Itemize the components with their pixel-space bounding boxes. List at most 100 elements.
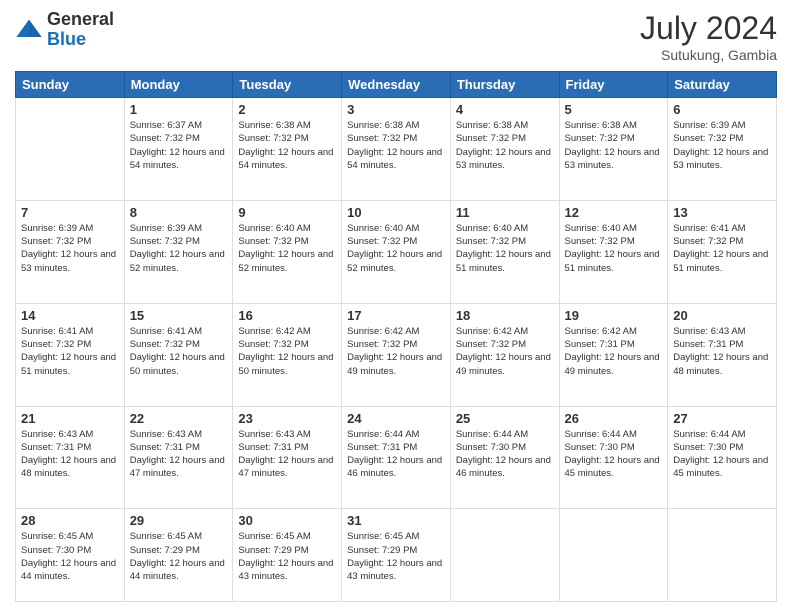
day-info: Sunrise: 6:39 AMSunset: 7:32 PMDaylight:… [21,222,119,275]
calendar-week-row: 28Sunrise: 6:45 AMSunset: 7:30 PMDayligh… [16,509,777,602]
day-info: Sunrise: 6:42 AMSunset: 7:32 PMDaylight:… [238,325,336,378]
calendar-cell: 17Sunrise: 6:42 AMSunset: 7:32 PMDayligh… [342,303,451,406]
calendar-cell: 15Sunrise: 6:41 AMSunset: 7:32 PMDayligh… [124,303,233,406]
calendar-cell: 28Sunrise: 6:45 AMSunset: 7:30 PMDayligh… [16,509,125,602]
title-block: July 2024 Sutukung, Gambia [640,10,777,63]
day-number: 20 [673,308,771,323]
calendar-cell: 14 Sunrise: 6:41 AMSunset: 7:32 PMDayligh… [16,303,125,406]
calendar-header-row: SundayMondayTuesdayWednesdayThursdayFrid… [16,72,777,98]
calendar-cell [450,509,559,602]
day-info: Sunrise: 6:45 AMSunset: 7:29 PMDaylight:… [130,530,228,583]
day-info: Sunrise: 6:40 AMSunset: 7:32 PMDaylight:… [347,222,445,275]
calendar-cell: 25Sunrise: 6:44 AMSunset: 7:30 PMDayligh… [450,406,559,509]
page: General Blue July 2024 Sutukung, Gambia … [0,0,792,612]
calendar-cell: 23 Sunrise: 6:43 AMSunset: 7:31 PMDayligh… [233,406,342,509]
calendar-cell: 7 Sunrise: 6:39 AMSunset: 7:32 PMDaylight… [16,200,125,303]
calendar-cell: 5 Sunrise: 6:38 AMSunset: 7:32 PMDaylight… [559,98,668,201]
day-info: Sunrise: 6:44 AMSunset: 7:30 PMDaylight:… [673,428,771,481]
day-info: Sunrise: 6:45 AMSunset: 7:29 PMDaylight:… [238,530,336,583]
day-info: Sunrise: 6:40 AMSunset: 7:32 PMDaylight:… [238,222,336,275]
day-of-week-header: Sunday [16,72,125,98]
day-number: 7 [21,205,119,220]
day-number: 6 [673,102,771,117]
day-info: Sunrise: 6:43 AMSunset: 7:31 PMDaylight:… [130,428,228,481]
day-info: Sunrise: 6:42 AMSunset: 7:32 PMDaylight:… [347,325,445,378]
day-info: Sunrise: 6:44 AMSunset: 7:30 PMDaylight:… [456,428,554,481]
calendar-cell: 24Sunrise: 6:44 AMSunset: 7:31 PMDayligh… [342,406,451,509]
day-number: 3 [347,102,445,117]
calendar-week-row: 1Sunrise: 6:37 AMSunset: 7:32 PMDaylight… [16,98,777,201]
calendar-cell: 2 Sunrise: 6:38 AMSunset: 7:32 PMDaylight… [233,98,342,201]
calendar-cell: 10 Sunrise: 6:40 AMSunset: 7:32 PMDayligh… [342,200,451,303]
day-number: 9 [238,205,336,220]
calendar-cell: 4 Sunrise: 6:38 AMSunset: 7:32 PMDaylight… [450,98,559,201]
calendar-cell: 26 Sunrise: 6:44 AMSunset: 7:30 PMDayligh… [559,406,668,509]
day-info: Sunrise: 6:40 AMSunset: 7:32 PMDaylight:… [456,222,554,275]
calendar-cell: 29Sunrise: 6:45 AMSunset: 7:29 PMDayligh… [124,509,233,602]
day-number: 16 [238,308,336,323]
calendar-cell: 18 Sunrise: 6:42 AMSunset: 7:32 PMDayligh… [450,303,559,406]
calendar-cell [668,509,777,602]
calendar-cell: 6 Sunrise: 6:39 AMSunset: 7:32 PMDaylight… [668,98,777,201]
calendar-cell: 27 Sunrise: 6:44 AMSunset: 7:30 PMDayligh… [668,406,777,509]
day-info: Sunrise: 6:41 AMSunset: 7:32 PMDaylight:… [130,325,228,378]
day-info: Sunrise: 6:38 AMSunset: 7:32 PMDaylight:… [456,119,554,172]
day-info: Sunrise: 6:44 AMSunset: 7:30 PMDaylight:… [565,428,663,481]
day-number: 14 [21,308,119,323]
day-of-week-header: Saturday [668,72,777,98]
day-of-week-header: Thursday [450,72,559,98]
calendar-week-row: 21 Sunrise: 6:43 AMSunset: 7:31 PMDayligh… [16,406,777,509]
calendar-cell: 20Sunrise: 6:43 AMSunset: 7:31 PMDayligh… [668,303,777,406]
day-info: Sunrise: 6:37 AMSunset: 7:32 PMDaylight:… [130,119,228,172]
day-number: 26 [565,411,663,426]
day-number: 23 [238,411,336,426]
day-info: Sunrise: 6:38 AMSunset: 7:32 PMDaylight:… [347,119,445,172]
calendar-cell: 21 Sunrise: 6:43 AMSunset: 7:31 PMDayligh… [16,406,125,509]
calendar-week-row: 14 Sunrise: 6:41 AMSunset: 7:32 PMDayligh… [16,303,777,406]
day-info: Sunrise: 6:45 AMSunset: 7:30 PMDaylight:… [21,530,119,583]
day-number: 11 [456,205,554,220]
calendar-cell: 1Sunrise: 6:37 AMSunset: 7:32 PMDaylight… [124,98,233,201]
day-number: 24 [347,411,445,426]
calendar-cell: 12Sunrise: 6:40 AMSunset: 7:32 PMDayligh… [559,200,668,303]
day-info: Sunrise: 6:43 AMSunset: 7:31 PMDaylight:… [238,428,336,481]
day-number: 18 [456,308,554,323]
calendar-cell: 3 Sunrise: 6:38 AMSunset: 7:32 PMDaylight… [342,98,451,201]
day-number: 2 [238,102,336,117]
calendar-cell: 30 Sunrise: 6:45 AMSunset: 7:29 PMDayligh… [233,509,342,602]
day-of-week-header: Monday [124,72,233,98]
day-number: 21 [21,411,119,426]
calendar-cell: 8 Sunrise: 6:39 AMSunset: 7:32 PMDaylight… [124,200,233,303]
location: Sutukung, Gambia [640,47,777,63]
logo-text: General Blue [47,10,114,50]
calendar-cell: 16 Sunrise: 6:42 AMSunset: 7:32 PMDayligh… [233,303,342,406]
day-info: Sunrise: 6:42 AMSunset: 7:32 PMDaylight:… [456,325,554,378]
calendar-week-row: 7 Sunrise: 6:39 AMSunset: 7:32 PMDaylight… [16,200,777,303]
day-info: Sunrise: 6:43 AMSunset: 7:31 PMDaylight:… [21,428,119,481]
day-info: Sunrise: 6:45 AMSunset: 7:29 PMDaylight:… [347,530,445,583]
day-info: Sunrise: 6:38 AMSunset: 7:32 PMDaylight:… [565,119,663,172]
logo-general: General [47,9,114,29]
day-number: 5 [565,102,663,117]
day-number: 8 [130,205,228,220]
day-number: 22 [130,411,228,426]
logo: General Blue [15,10,114,50]
day-info: Sunrise: 6:41 AMSunset: 7:32 PMDaylight:… [673,222,771,275]
calendar-cell [559,509,668,602]
day-info: Sunrise: 6:41 AMSunset: 7:32 PMDaylight:… [21,325,119,378]
day-info: Sunrise: 6:39 AMSunset: 7:32 PMDaylight:… [673,119,771,172]
day-number: 4 [456,102,554,117]
day-info: Sunrise: 6:42 AMSunset: 7:31 PMDaylight:… [565,325,663,378]
day-number: 13 [673,205,771,220]
calendar-cell: 9 Sunrise: 6:40 AMSunset: 7:32 PMDaylight… [233,200,342,303]
day-number: 12 [565,205,663,220]
day-number: 27 [673,411,771,426]
calendar-cell: 13 Sunrise: 6:41 AMSunset: 7:32 PMDayligh… [668,200,777,303]
day-info: Sunrise: 6:39 AMSunset: 7:32 PMDaylight:… [130,222,228,275]
day-number: 10 [347,205,445,220]
day-number: 30 [238,513,336,528]
day-info: Sunrise: 6:38 AMSunset: 7:32 PMDaylight:… [238,119,336,172]
calendar-cell: 19Sunrise: 6:42 AMSunset: 7:31 PMDayligh… [559,303,668,406]
day-of-week-header: Wednesday [342,72,451,98]
calendar-cell [16,98,125,201]
